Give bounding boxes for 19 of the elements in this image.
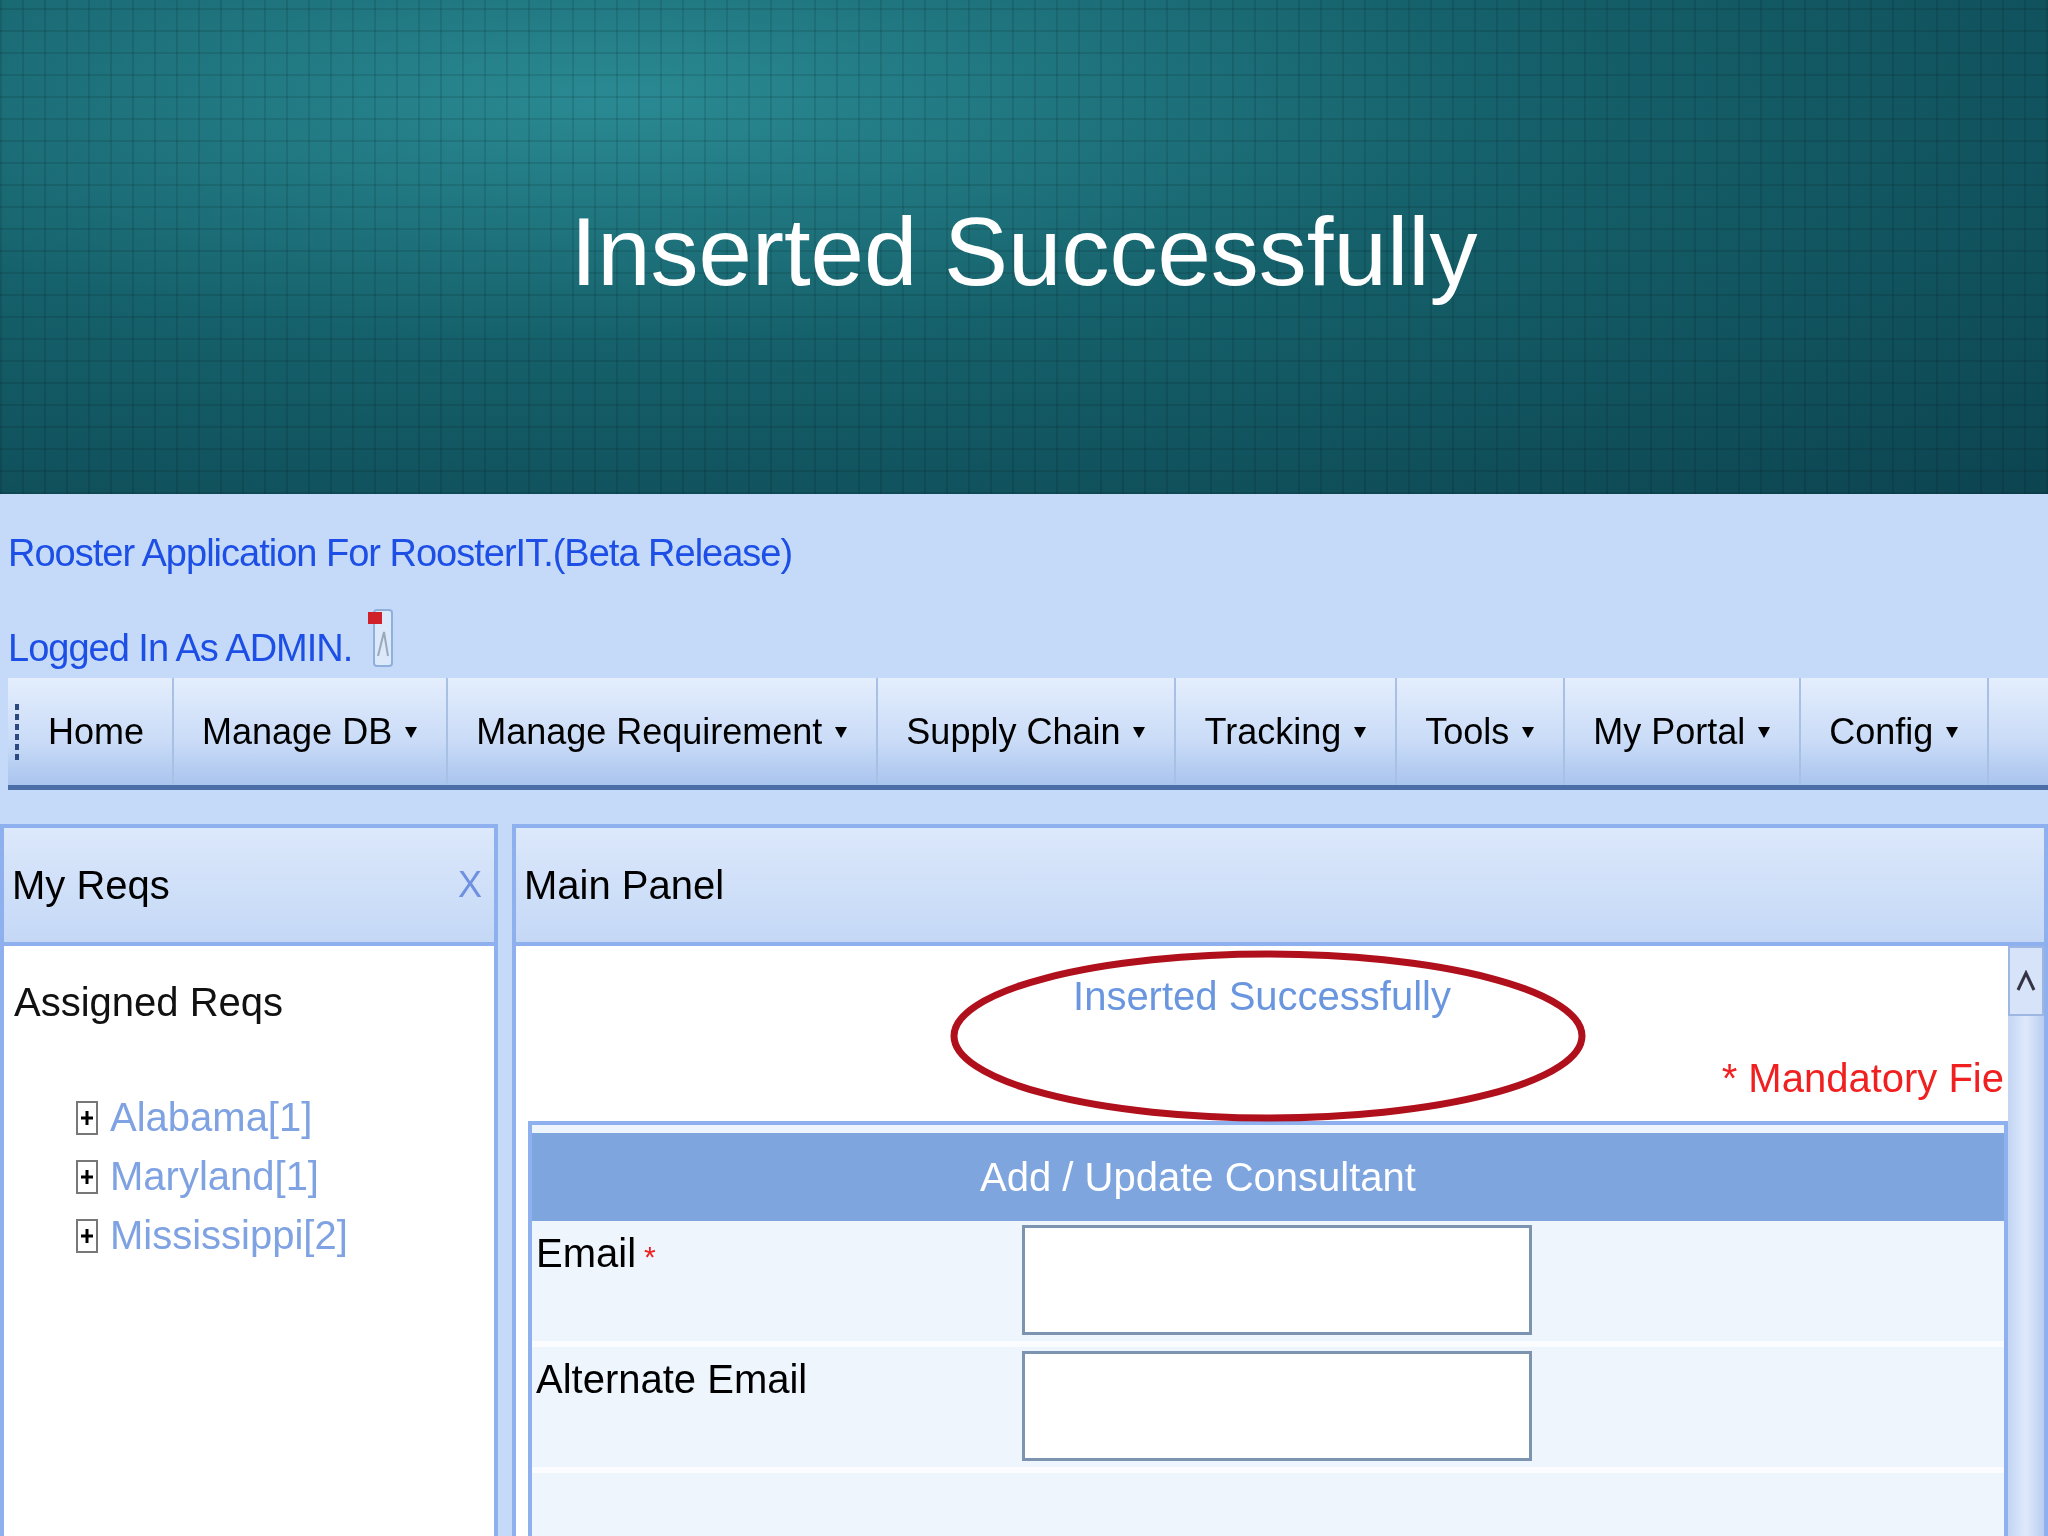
menu-item[interactable]: Manage Requirement bbox=[448, 678, 879, 785]
section-heading: Assigned Reqs bbox=[13, 979, 285, 1025]
form-title: Add / Update Consultant bbox=[532, 1133, 2004, 1221]
menu-item[interactable]: My Portal bbox=[1565, 678, 1802, 785]
mandatory-note: * Mandatory Fie bbox=[1721, 1056, 2004, 1101]
app-title: Rooster Application For RoosterIT.(Beta Release) bbox=[7, 531, 794, 576]
field-label: Alternate Email bbox=[535, 1356, 809, 1402]
logged-in-text: Logged In As ADMIN. bbox=[8, 627, 353, 670]
menu-item[interactable]: Tools bbox=[1397, 678, 1566, 785]
menu-item[interactable]: Supply Chain bbox=[878, 678, 1177, 785]
panel-title: Main Panel bbox=[524, 862, 725, 908]
menu-item[interactable]: Manage DB bbox=[174, 678, 449, 785]
slide-title: Inserted Successfully bbox=[570, 197, 1478, 307]
panel-title: My Reqs bbox=[12, 862, 170, 908]
success-message: Inserted Successfully bbox=[1073, 974, 1451, 1018]
field-label: Email * bbox=[535, 1230, 657, 1276]
menu-item[interactable]: Home bbox=[20, 678, 175, 785]
menu-item[interactable]: Tracking bbox=[1176, 678, 1398, 785]
menu-item[interactable]: Config bbox=[1801, 678, 1990, 785]
